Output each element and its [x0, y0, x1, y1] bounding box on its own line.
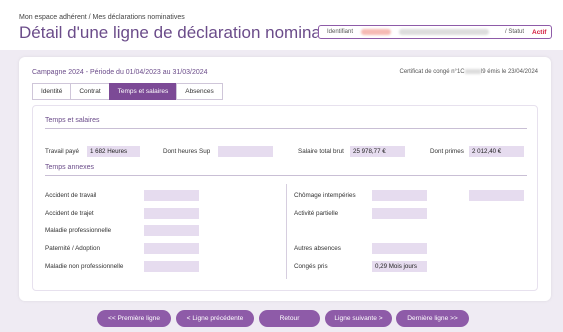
- conges-pris-label: Congés pris: [294, 263, 328, 270]
- column-divider: [286, 184, 287, 279]
- campaign-period: Campagne 2024 - Période du 01/04/2023 au…: [32, 69, 208, 76]
- identifiant-redacted: [361, 29, 391, 35]
- primes-value: 2 012,40 €: [469, 146, 524, 157]
- accident-trajet-label: Accident de trajet: [45, 210, 94, 217]
- tab-contrat[interactable]: Contrat: [70, 83, 110, 100]
- tab-temps-salaires[interactable]: Temps et salaires: [108, 83, 178, 100]
- chomage-value: [372, 190, 427, 201]
- activite-partielle-value: [372, 208, 427, 219]
- section-title-annexes: Temps annexes: [45, 164, 95, 171]
- navigation-bar: << Première ligne < Ligne précédente Ret…: [0, 306, 563, 328]
- primes-label: Dont primes: [430, 148, 464, 155]
- paternite-value: [144, 243, 199, 254]
- chomage-extra-value: [469, 190, 524, 201]
- last-line-button[interactable]: Dernière ligne >>: [396, 310, 469, 327]
- salaire-brut-label: Salaire total brut: [298, 148, 344, 155]
- breadcrumb[interactable]: Mon espace adhérent / Mes déclarations n…: [19, 14, 185, 21]
- tab-bar: Identité Contrat Temps et salaires Absen…: [32, 83, 223, 100]
- back-button[interactable]: Retour: [259, 310, 320, 327]
- travail-paye-value: 1 682 Heures: [87, 146, 140, 157]
- certificate-redacted: [464, 69, 481, 74]
- identifiant-label: Identifiant: [327, 29, 354, 35]
- page-title: Détail d'une ligne de déclaration nomina…: [19, 23, 348, 42]
- statut-value: Actif: [532, 28, 547, 36]
- paternite-label: Paternité / Adoption: [45, 245, 100, 252]
- activite-partielle-label: Activité partielle: [294, 210, 339, 217]
- name-redacted: [399, 29, 489, 35]
- maladie-non-pro-label: Maladie non professionnelle: [45, 263, 124, 270]
- previous-line-button[interactable]: < Ligne précédente: [176, 310, 254, 327]
- accident-trajet-value: [144, 208, 199, 219]
- maladie-pro-label: Maladie professionnelle: [45, 227, 112, 234]
- declaration-card: Campagne 2024 - Période du 01/04/2023 au…: [19, 57, 551, 301]
- maladie-non-pro-value: [144, 261, 199, 272]
- identity-status-box: Identifiant / Statut Actif: [318, 25, 552, 39]
- salaire-brut-value: 25 978,77 €: [350, 146, 405, 157]
- section-title-salaires: Temps et salaires: [45, 117, 100, 124]
- certificate-info: Certificat de congé n°1C I9 émis le 23/04…: [400, 69, 538, 75]
- accident-travail-label: Accident de travail: [45, 192, 97, 199]
- section-divider: [45, 175, 527, 176]
- accident-travail-value: [144, 190, 199, 201]
- certificate-prefix: Certificat de congé n°1C: [399, 69, 465, 76]
- maladie-pro-value: [144, 225, 199, 236]
- section-divider: [45, 128, 527, 129]
- temps-salaires-panel: Temps et salaires Travail payé 1 682 Heu…: [32, 105, 538, 291]
- tab-absences[interactable]: Absences: [176, 83, 223, 100]
- certificate-suffix: I9 émis le 23/04/2024: [480, 69, 538, 76]
- chomage-label: Chômage intempéries: [294, 192, 356, 199]
- travail-paye-label: Travail payé: [45, 148, 80, 155]
- next-line-button[interactable]: Ligne suivante >: [325, 310, 392, 327]
- conges-pris-value: 0,29 Mois jours: [372, 261, 427, 272]
- page-header: Mon espace adhérent / Mes déclarations n…: [0, 0, 563, 50]
- first-line-button[interactable]: << Première ligne: [97, 310, 171, 327]
- autres-absences-label: Autres absences: [294, 245, 341, 252]
- heures-sup-label: Dont heures Sup: [163, 148, 211, 155]
- statut-label: / Statut: [505, 29, 525, 35]
- heures-sup-value: [218, 146, 273, 157]
- autres-absences-value: [372, 243, 427, 254]
- tab-identite[interactable]: Identité: [32, 83, 72, 100]
